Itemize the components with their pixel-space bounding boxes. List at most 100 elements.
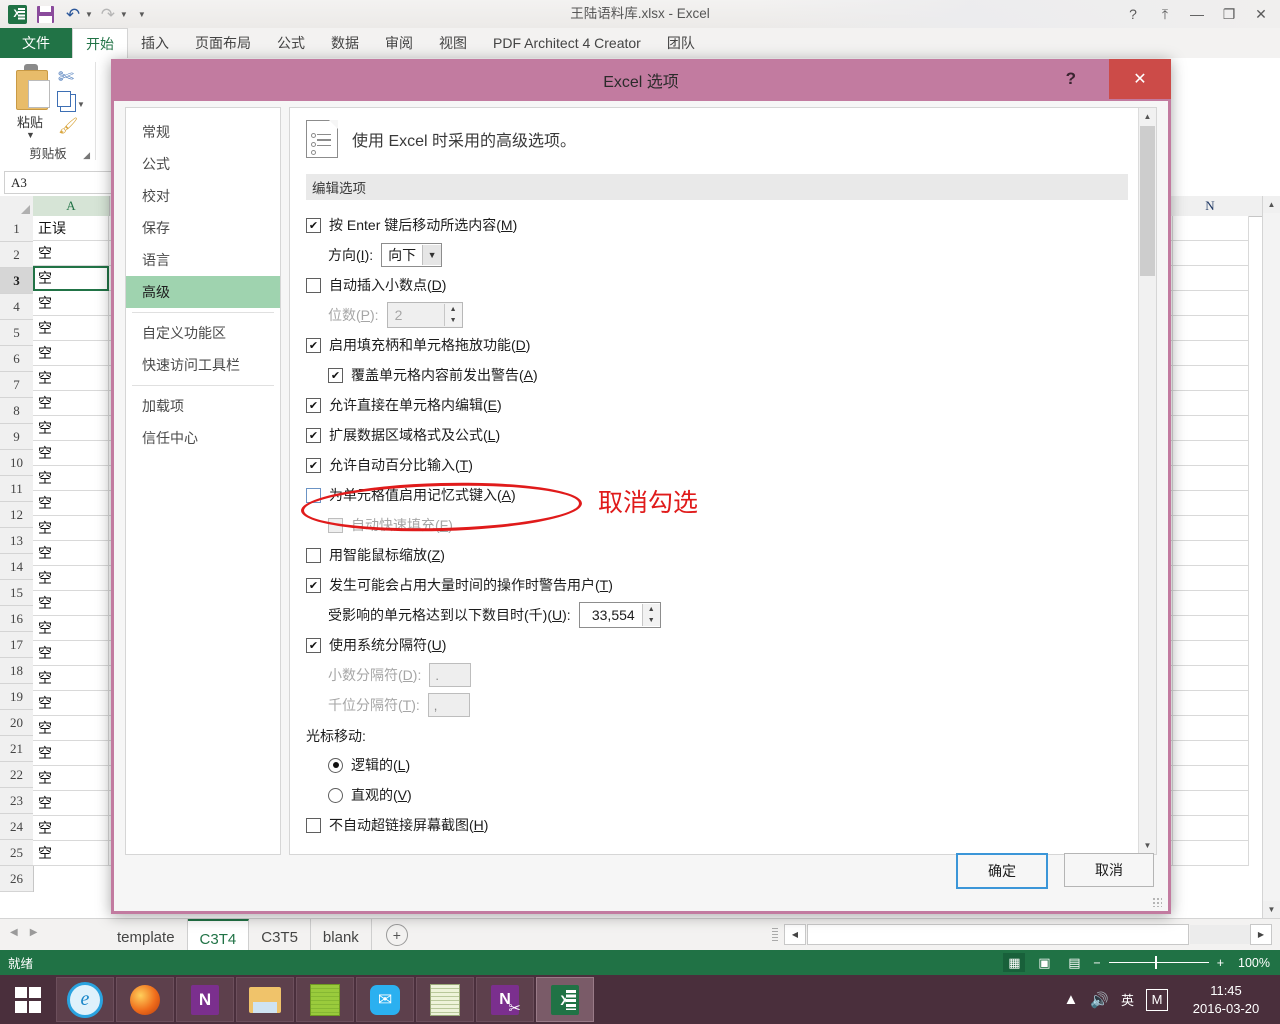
- spinner-value[interactable]: 33,554: [580, 607, 642, 623]
- cell-empty[interactable]: [1173, 641, 1249, 666]
- tab-review[interactable]: 审阅: [372, 28, 426, 58]
- horizontal-scroll-track[interactable]: [807, 924, 1189, 945]
- category-customize-ribbon[interactable]: 自定义功能区: [126, 317, 280, 349]
- tab-data[interactable]: 数据: [318, 28, 372, 58]
- sheet-tab-c3t4[interactable]: C3T4: [187, 919, 250, 953]
- row-header[interactable]: 23: [0, 788, 33, 814]
- scroll-up-icon[interactable]: ▲: [1263, 196, 1280, 213]
- option-decimal-places[interactable]: 位数(P): 2 ▲ ▼: [306, 300, 1138, 330]
- column-header-a[interactable]: A: [33, 196, 110, 218]
- option-cells-threshold[interactable]: 受影响的单元格达到以下数目时(千)(U): 33,554 ▲ ▼: [306, 600, 1138, 630]
- sheet-tab-c3t5[interactable]: C3T5: [249, 919, 311, 951]
- taskbar-file-explorer-icon[interactable]: [236, 977, 294, 1022]
- paste-icon[interactable]: [12, 64, 54, 112]
- cell-a21[interactable]: 空: [33, 716, 109, 741]
- row-header[interactable]: 22: [0, 762, 33, 788]
- options-scroll-thumb[interactable]: [1140, 126, 1155, 276]
- select-all-corner[interactable]: [0, 196, 34, 216]
- scroll-grip-icon[interactable]: [772, 928, 778, 941]
- tab-team[interactable]: 团队: [654, 28, 708, 58]
- taskbar-notepad-icon[interactable]: [416, 977, 474, 1022]
- textbox-decimal-separator[interactable]: .: [429, 663, 472, 687]
- checkbox-use-system-separators[interactable]: ✔: [306, 637, 321, 653]
- cell-a8[interactable]: 空: [33, 391, 109, 416]
- cell-a18[interactable]: 空: [33, 641, 109, 666]
- row-header[interactable]: 7: [0, 372, 33, 398]
- category-advanced[interactable]: 高级: [126, 276, 280, 308]
- format-painter-icon[interactable]: 🖌: [58, 116, 78, 136]
- zoom-out-icon[interactable]: −: [1093, 956, 1100, 970]
- zoom-in-icon[interactable]: +: [1217, 956, 1224, 970]
- row-header[interactable]: 20: [0, 710, 33, 736]
- clipboard-dialog-launcher-icon[interactable]: ◢: [83, 150, 90, 161]
- radio-cursor-visual[interactable]: [328, 787, 343, 803]
- tab-home[interactable]: 开始: [72, 28, 128, 58]
- checkbox-auto-insert-decimal[interactable]: [306, 277, 321, 293]
- cell-empty[interactable]: [1173, 241, 1249, 266]
- cell-a1[interactable]: 正误: [33, 216, 109, 241]
- page-layout-view-icon[interactable]: ▣: [1033, 953, 1055, 972]
- option-move-selection-after-enter[interactable]: ✔ 按 Enter 键后移动所选内容(M): [306, 210, 1138, 240]
- cell-empty[interactable]: [1173, 766, 1249, 791]
- option-decimal-separator[interactable]: 小数分隔符(D): .: [306, 660, 1138, 690]
- volume-icon[interactable]: 🔊: [1090, 991, 1109, 1009]
- help-icon[interactable]: ?: [1118, 2, 1148, 26]
- copy-icon[interactable]: [57, 91, 76, 112]
- checkbox-extend-data-range-formats[interactable]: ✔: [306, 427, 321, 443]
- input-mode-icon[interactable]: M: [1146, 988, 1168, 1011]
- cell-a15[interactable]: 空: [33, 566, 109, 591]
- select-direction[interactable]: 向下 ▼: [381, 243, 443, 267]
- paste-button-label[interactable]: 粘贴: [10, 112, 50, 131]
- checkbox-zoom-on-roll-with-intellimouse[interactable]: [306, 547, 321, 563]
- row-header[interactable]: 6: [0, 346, 33, 372]
- cell-a10[interactable]: 空: [33, 441, 109, 466]
- checkbox-enable-automatic-percent-entry[interactable]: ✔: [306, 457, 321, 473]
- checkbox-enable-fill-handle[interactable]: ✔: [306, 337, 321, 353]
- quick-access-toolbar[interactable]: X ↶ ▼ ↷ ▼ ▼: [0, 0, 146, 28]
- spinner-down-icon[interactable]: ▼: [642, 615, 660, 626]
- cell-a2[interactable]: 空: [33, 241, 109, 266]
- taskbar-green-app-icon[interactable]: [296, 977, 354, 1022]
- option-use-system-separators[interactable]: ✔ 使用系统分隔符(U): [306, 630, 1138, 660]
- option-enable-fill-handle[interactable]: ✔ 启用填充柄和单元格拖放功能(D): [306, 330, 1138, 360]
- cell-a22[interactable]: 空: [33, 741, 109, 766]
- taskbar-ie-icon[interactable]: e: [56, 977, 114, 1022]
- option-edit-directly-in-cell[interactable]: ✔ 允许直接在单元格内编辑(E): [306, 390, 1138, 420]
- cell-empty[interactable]: [1173, 466, 1249, 491]
- cell-a19[interactable]: 空: [33, 666, 109, 691]
- checkbox-no-auto-hyperlink-screenshot[interactable]: [306, 817, 321, 833]
- spinner-up-icon[interactable]: ▲: [444, 304, 462, 315]
- sheet-nav-arrows[interactable]: ◀ ▶: [10, 927, 37, 938]
- row-header[interactable]: 26: [0, 866, 33, 892]
- cell-a20[interactable]: 空: [33, 691, 109, 716]
- clock[interactable]: 11:45 2016-03-20: [1180, 982, 1272, 1017]
- name-box[interactable]: A3: [4, 171, 116, 194]
- row-header[interactable]: 17: [0, 632, 33, 658]
- options-scroll-down-icon[interactable]: ▼: [1139, 837, 1156, 854]
- sheet-nav-last-icon[interactable]: ▶: [30, 927, 38, 938]
- taskbar-onenote-snip-icon[interactable]: N: [476, 977, 534, 1022]
- ok-button[interactable]: 确定: [956, 853, 1048, 889]
- restore-icon[interactable]: ❐: [1214, 2, 1244, 26]
- category-save[interactable]: 保存: [126, 212, 280, 244]
- checkbox-edit-directly-in-cell[interactable]: ✔: [306, 397, 321, 413]
- category-proofing[interactable]: 校对: [126, 180, 280, 212]
- cell-a6[interactable]: 空: [33, 341, 109, 366]
- undo-icon[interactable]: ↶: [60, 2, 86, 26]
- cell-empty[interactable]: [1173, 366, 1249, 391]
- cell-a25[interactable]: 空: [33, 816, 109, 841]
- spinner-decimal-places[interactable]: 2 ▲ ▼: [386, 302, 463, 328]
- option-alert-time-consuming-operations[interactable]: ✔ 发生可能会占用大量时间的操作时警告用户(T): [306, 570, 1138, 600]
- redo-icon[interactable]: ↷: [95, 2, 121, 26]
- option-thousands-separator[interactable]: 千位分隔符(T): ,: [306, 690, 1138, 720]
- category-language[interactable]: 语言: [126, 244, 280, 276]
- language-indicator[interactable]: 英: [1121, 990, 1134, 1009]
- option-enable-automatic-percent-entry[interactable]: ✔ 允许自动百分比输入(T): [306, 450, 1138, 480]
- row-header[interactable]: 8: [0, 398, 33, 424]
- row-header[interactable]: 11: [0, 476, 33, 502]
- cell-a5[interactable]: 空: [33, 316, 109, 341]
- cell-a24[interactable]: 空: [33, 791, 109, 816]
- option-no-auto-hyperlink-screenshot[interactable]: 不自动超链接屏幕截图(H): [306, 810, 1138, 840]
- option-alert-before-overwriting[interactable]: ✔ 覆盖单元格内容前发出警告(A): [306, 360, 1138, 390]
- cell-a16[interactable]: 空: [33, 591, 109, 616]
